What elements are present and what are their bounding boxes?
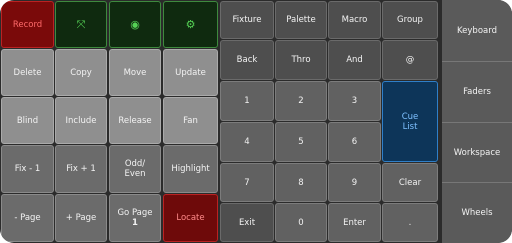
num-2-button[interactable]: 2 xyxy=(275,81,327,121)
num-8-button[interactable]: 8 xyxy=(275,163,327,202)
cue-list-line1: Cue xyxy=(401,111,419,122)
fix-plus-button[interactable]: Fix + 1 xyxy=(55,145,107,193)
goto-page-number: 1 xyxy=(132,218,138,228)
odd-even-button[interactable]: Odd/ Even xyxy=(109,145,161,193)
keypad-panel: Record ⤧ ◉ ⚙ Delete Copy Move Update Bli… xyxy=(0,0,512,243)
copy-button[interactable]: Copy xyxy=(55,49,107,96)
num-5-button[interactable]: 5 xyxy=(275,122,327,162)
num-3-button[interactable]: 3 xyxy=(328,81,381,121)
at-button[interactable]: @ xyxy=(382,40,438,80)
tab-faders[interactable]: Faders xyxy=(442,61,512,122)
highlight-button[interactable]: Highlight xyxy=(163,145,218,193)
gear-icon: ⚙ xyxy=(185,17,196,31)
move-button[interactable]: Move xyxy=(109,49,161,96)
fixture-button[interactable]: Fixture xyxy=(220,1,274,39)
goto-page-button[interactable]: Go Page 1 xyxy=(109,194,161,242)
num-0-button[interactable]: 0 xyxy=(275,203,327,242)
num-4-button[interactable]: 4 xyxy=(220,122,274,162)
group-button[interactable]: Group xyxy=(382,1,438,39)
shrink-button[interactable]: ⤧ xyxy=(55,1,107,48)
palette-button[interactable]: Palette xyxy=(275,1,327,39)
num-7-button[interactable]: 7 xyxy=(220,163,274,202)
prev-page-button[interactable]: - Page xyxy=(1,194,54,242)
tab-workspace[interactable]: Workspace xyxy=(442,122,512,182)
tab-keyboard[interactable]: Keyboard xyxy=(442,0,512,61)
macro-button[interactable]: Macro xyxy=(328,1,381,39)
clear-button[interactable]: Clear xyxy=(382,163,438,202)
locate-button[interactable]: Locate xyxy=(163,194,218,242)
record-label: Record xyxy=(12,19,43,30)
user-icon: ◉ xyxy=(130,17,140,31)
back-button[interactable]: Back xyxy=(220,40,274,80)
fan-button[interactable]: Fan xyxy=(163,97,218,144)
enter-button[interactable]: Enter xyxy=(328,203,381,242)
num-9-button[interactable]: 9 xyxy=(328,163,381,202)
settings-button[interactable]: ⚙ xyxy=(163,1,218,48)
decimal-button[interactable]: . xyxy=(382,203,438,242)
blind-button[interactable]: Blind xyxy=(1,97,54,144)
user-button[interactable]: ◉ xyxy=(109,1,161,48)
update-button[interactable]: Update xyxy=(163,49,218,96)
fix-minus-button[interactable]: Fix - 1 xyxy=(1,145,54,193)
exit-button[interactable]: Exit xyxy=(220,203,274,242)
include-button[interactable]: Include xyxy=(55,97,107,144)
cue-list-button[interactable]: Cue List xyxy=(382,81,438,162)
num-6-button[interactable]: 6 xyxy=(328,122,381,162)
tab-wheels[interactable]: Wheels xyxy=(442,182,512,243)
cue-list-line2: List xyxy=(402,121,418,132)
num-1-button[interactable]: 1 xyxy=(220,81,274,121)
record-button[interactable]: Record xyxy=(1,1,54,48)
goto-page-label: Go Page xyxy=(117,208,153,218)
thro-button[interactable]: Thro xyxy=(275,40,327,80)
release-button[interactable]: Release xyxy=(109,97,161,144)
and-button[interactable]: And xyxy=(328,40,381,80)
shrink-icon: ⤧ xyxy=(76,17,86,31)
next-page-button[interactable]: + Page xyxy=(55,194,107,242)
delete-button[interactable]: Delete xyxy=(1,49,54,96)
